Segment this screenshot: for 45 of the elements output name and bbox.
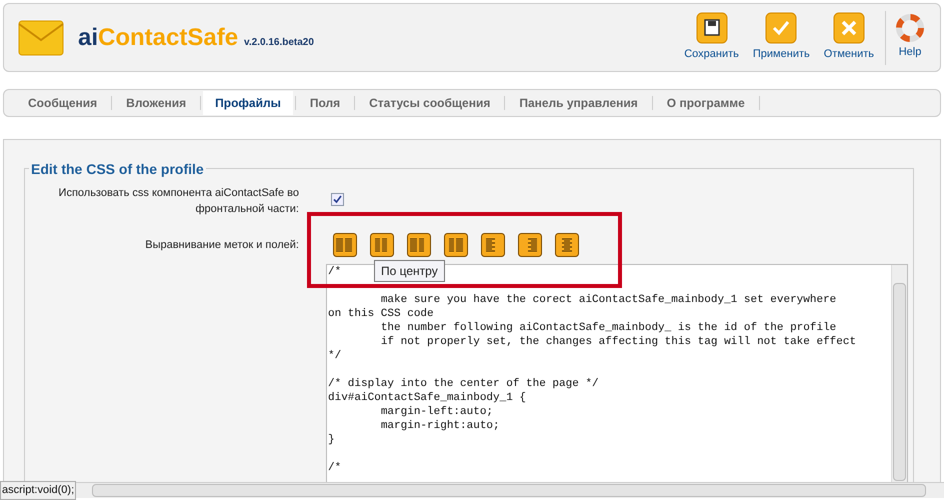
tab[interactable]: О программе xyxy=(654,91,757,115)
code-line: } xyxy=(328,433,335,447)
tab[interactable]: Панель управления xyxy=(507,91,650,115)
tab[interactable]: Сообщения xyxy=(16,91,110,115)
help-button[interactable]: Help xyxy=(885,10,934,64)
tab[interactable]: Статусы сообщения xyxy=(357,91,502,115)
checkmark-icon xyxy=(765,12,798,44)
code-line: div#aiContactSafe_mainbody_1 { xyxy=(328,391,526,405)
two-column-icon[interactable] xyxy=(407,233,431,257)
tab[interactable]: Поля xyxy=(298,91,352,115)
status-tooltip: ascript:void(0); xyxy=(0,481,76,500)
field-label: Выравнивание меток и полей: xyxy=(145,238,299,251)
code-line: /* xyxy=(328,265,342,279)
code-line: */ xyxy=(328,349,342,363)
scroll-thumb[interactable] xyxy=(893,283,906,481)
code-line: on this CSS code xyxy=(328,307,434,321)
code-line: the number following aiContactSafe_mainbody_ is the id of the profile xyxy=(380,321,836,335)
version-label: v.2.0.16.beta20 xyxy=(244,36,314,50)
tab[interactable]: Вложения xyxy=(114,91,198,115)
scroll-thumb[interactable] xyxy=(92,484,926,497)
envelope-icon xyxy=(18,20,64,56)
two-column-icon[interactable] xyxy=(370,233,394,257)
toolbar-button[interactable]: Отменить xyxy=(816,12,881,63)
vertical-scrollbar[interactable] xyxy=(891,265,907,483)
code-editor[interactable] xyxy=(326,264,908,484)
align-center-icon[interactable] xyxy=(555,233,579,257)
tab[interactable]: Профайлы xyxy=(203,91,293,115)
lifebuoy-icon xyxy=(896,14,924,42)
align-left-icon[interactable] xyxy=(481,233,505,257)
toolbar-button[interactable]: Применить xyxy=(746,12,817,63)
two-column-icon[interactable] xyxy=(333,233,357,257)
field-label: Использовать css компонента aiContactSafe во фронтальной части: xyxy=(58,187,299,215)
code-line: make sure you have the corect aiContactSafe_mainbody_1 set everywhere xyxy=(380,293,836,307)
tooltip: По центру xyxy=(374,260,445,282)
app-title: aiContactSafe xyxy=(78,22,238,52)
code-line: /* display into the center of the page */ xyxy=(328,377,599,391)
code-line: margin-left:auto; xyxy=(380,405,494,419)
code-line: if not properly set, the changes affecting this tag will not take effect xyxy=(380,335,856,349)
toolbar-button[interactable]: Сохранить xyxy=(677,12,746,63)
checkbox[interactable] xyxy=(331,193,344,206)
two-column-icon[interactable] xyxy=(444,233,468,257)
align-right-icon[interactable] xyxy=(518,233,542,257)
code-line: margin-right:auto; xyxy=(380,419,500,433)
cross-icon xyxy=(832,12,865,44)
code-line: /* xyxy=(328,461,342,475)
